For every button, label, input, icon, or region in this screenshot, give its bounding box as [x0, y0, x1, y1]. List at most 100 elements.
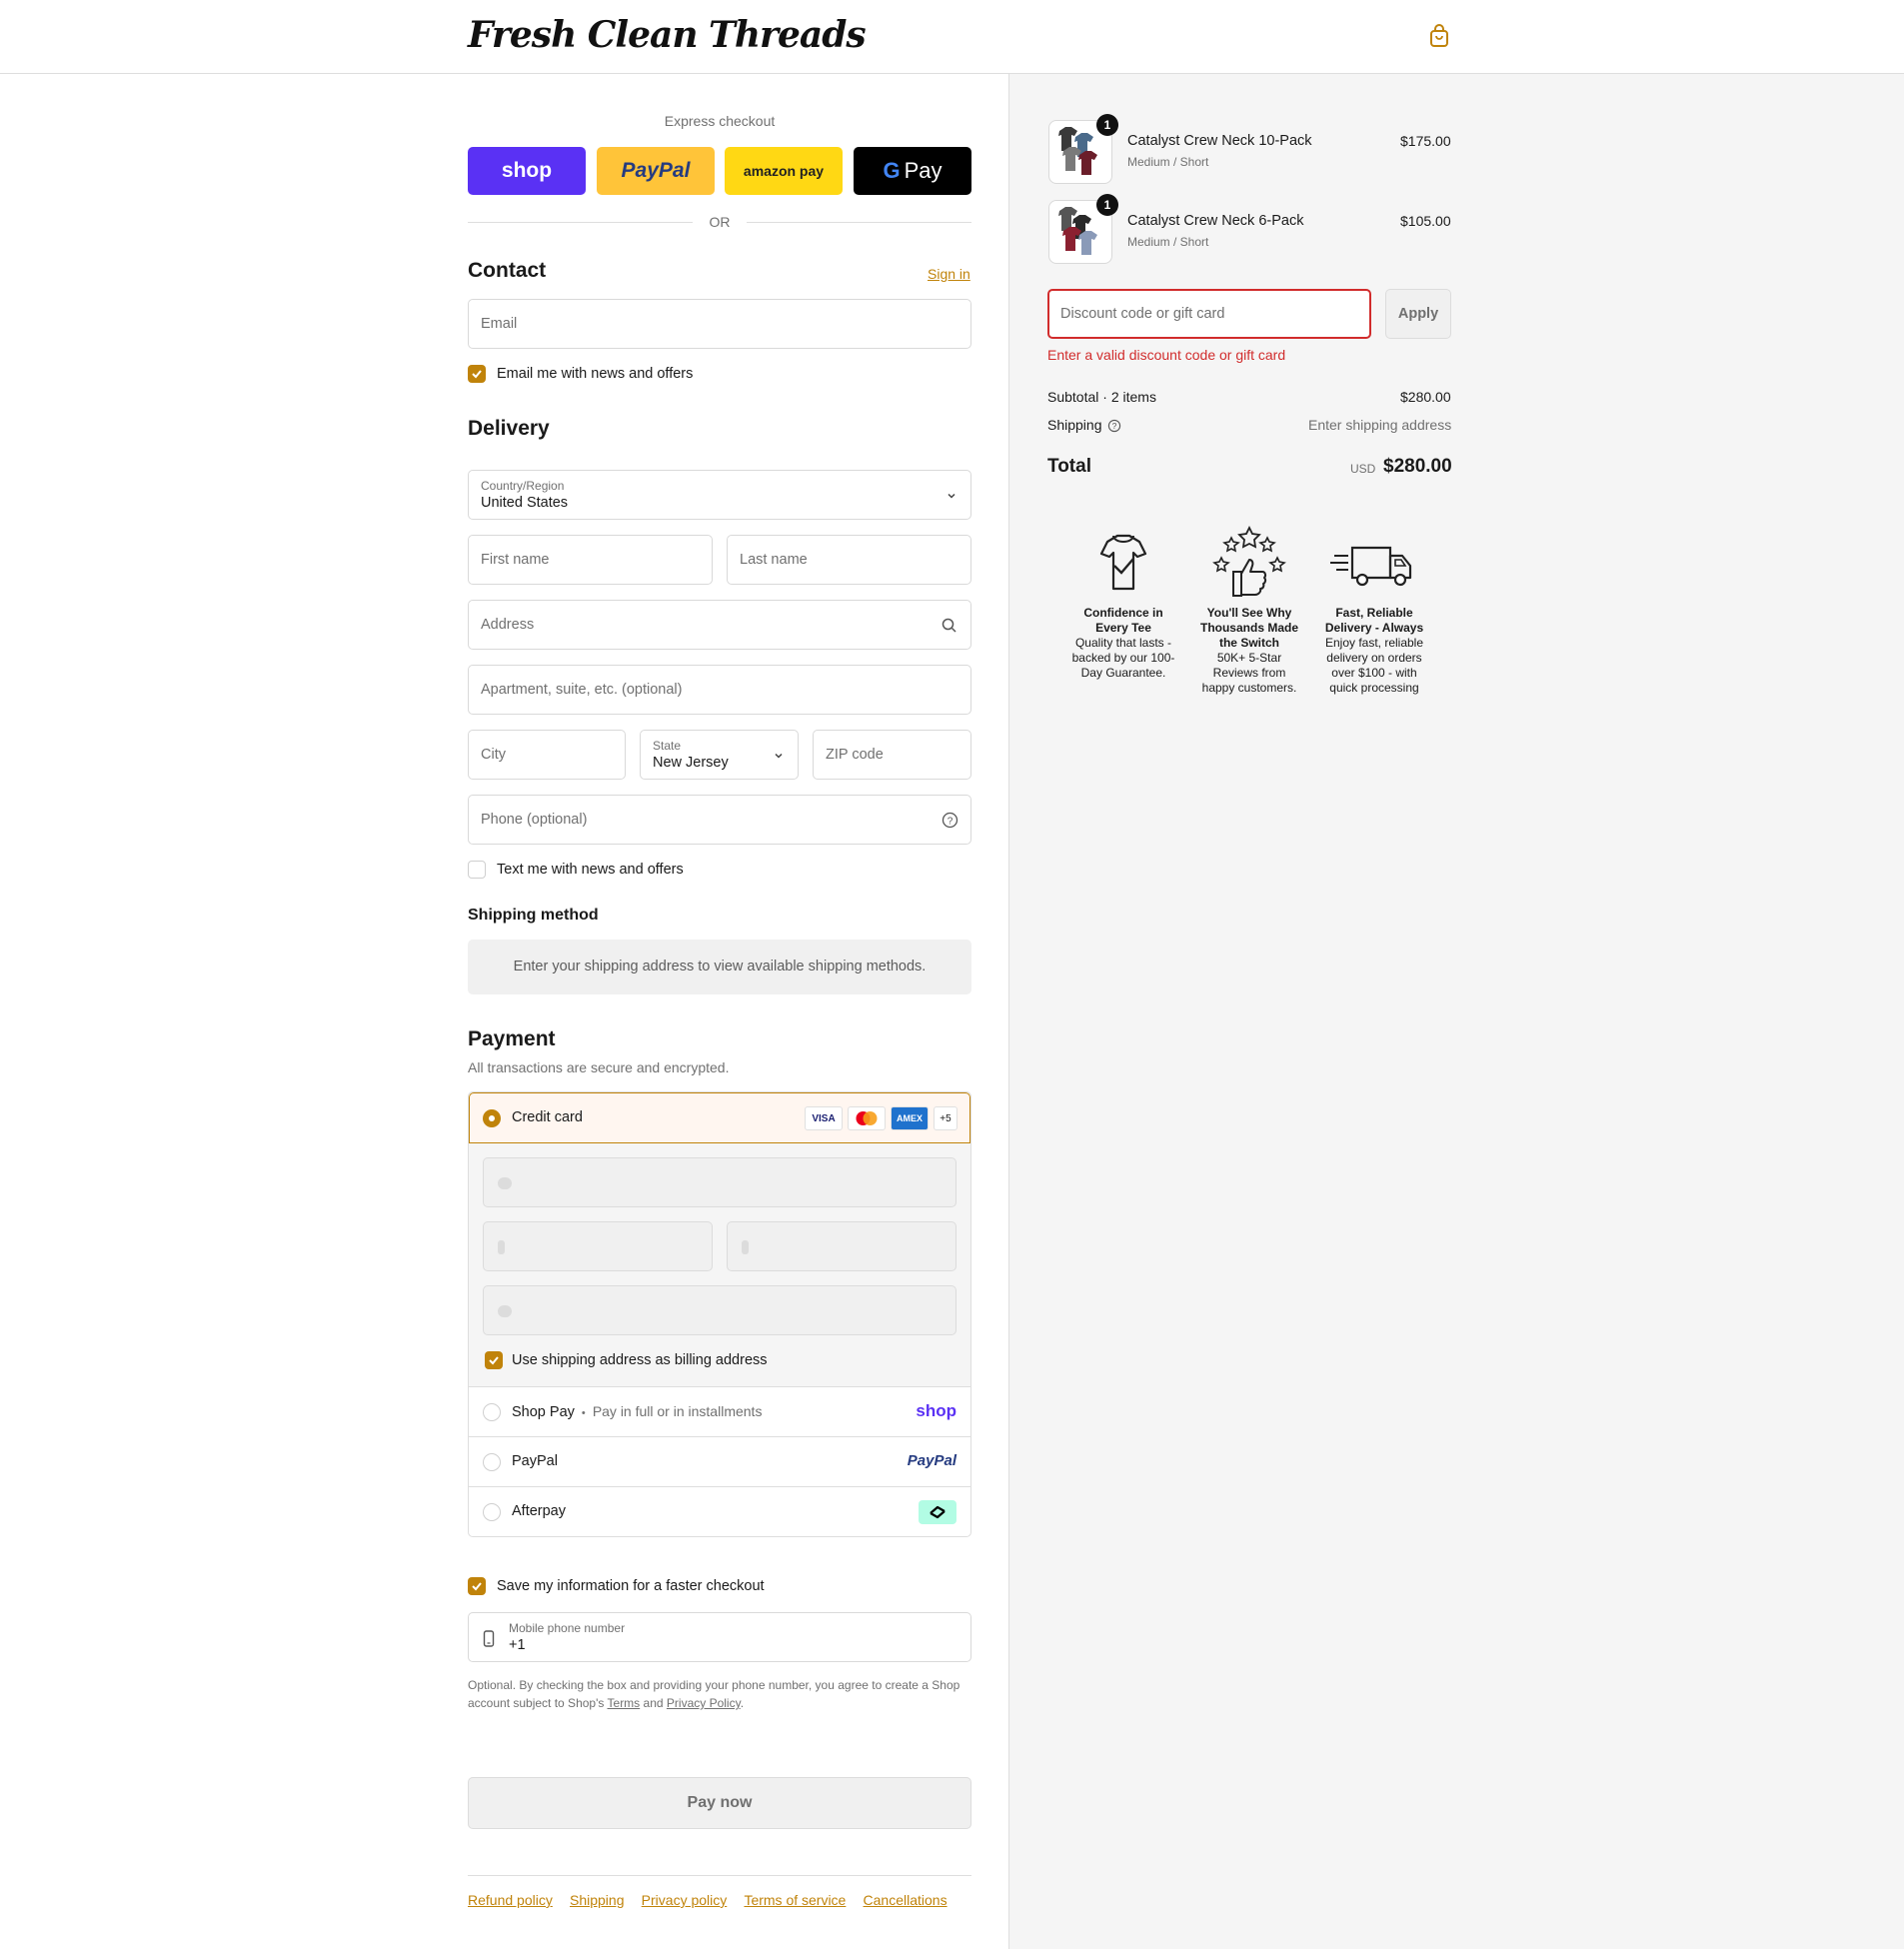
payment-heading: Payment: [468, 1027, 556, 1050]
paypal-button[interactable]: PayPal: [597, 147, 715, 195]
shipping-policy-link[interactable]: Shipping: [570, 1892, 625, 1908]
shopping-bag-icon[interactable]: [1428, 24, 1450, 48]
expiration-field[interactable]: [483, 1221, 713, 1271]
credit-card-radio[interactable]: [483, 1109, 501, 1127]
amazon-pay-button[interactable]: amazon pay: [725, 147, 843, 195]
name-on-card-field[interactable]: [483, 1285, 956, 1335]
credit-card-label: Credit card: [512, 1109, 583, 1125]
email-field[interactable]: Email: [468, 299, 971, 349]
last-name-field[interactable]: Last name: [727, 535, 971, 585]
newsletter-label: Email me with news and offers: [497, 366, 694, 382]
sign-in-link[interactable]: Sign in: [928, 266, 970, 282]
chevron-down-icon: [948, 493, 955, 499]
payment-subtitle: All transactions are secure and encrypte…: [468, 1059, 730, 1075]
paypal-logo: PayPal: [621, 159, 691, 182]
tshirt-check-icon: [1099, 534, 1147, 591]
item-quantity-badge: 1: [1096, 114, 1118, 136]
save-info-checkbox[interactable]: [468, 1577, 486, 1595]
shipping-method-message: Enter your shipping address to view avai…: [468, 940, 971, 994]
country-select[interactable]: Country/Region United States: [468, 470, 971, 520]
feature-delivery: Fast, Reliable Delivery - Always Enjoy f…: [1320, 526, 1428, 696]
footer-divider: [468, 1875, 971, 1876]
mobile-phone-icon: [483, 1630, 495, 1647]
item-variant: Medium / Short: [1127, 155, 1209, 169]
save-info-label: Save my information for a faster checkou…: [497, 1578, 765, 1594]
address-field[interactable]: Address: [468, 600, 971, 650]
card-number-field[interactable]: [483, 1157, 956, 1207]
payment-methods: Credit card VISA AMEX +5 Use shipping ad…: [468, 1091, 971, 1537]
shop-pay-option[interactable]: Shop Pay • Pay in full or in installment…: [469, 1387, 970, 1437]
or-divider: OR: [468, 213, 971, 231]
chevron-down-icon: [775, 753, 783, 759]
shop-legal-text: Optional. By checking the box and provid…: [468, 1678, 960, 1710]
state-select[interactable]: State New Jersey: [640, 730, 799, 780]
terms-of-service-link[interactable]: Terms of service: [744, 1892, 846, 1908]
svg-text:?: ?: [948, 817, 953, 828]
shop-terms-link[interactable]: Terms: [608, 1696, 641, 1710]
feature-guarantee: Confidence in Every Tee Quality that las…: [1069, 526, 1177, 681]
shop-pay-button[interactable]: shop: [468, 147, 586, 195]
shop-pay-logo: shop: [916, 1401, 956, 1420]
delivery-heading: Delivery: [468, 417, 550, 440]
amex-icon: AMEX: [891, 1106, 929, 1130]
newsletter-checkbox[interactable]: [468, 365, 486, 383]
sms-checkbox[interactable]: [468, 861, 486, 879]
credit-card-form: Use shipping address as billing address: [469, 1143, 970, 1387]
subtotal-value: $280.00: [1400, 389, 1451, 405]
phone-field[interactable]: Phone (optional) ?: [468, 795, 971, 845]
cancellations-link[interactable]: Cancellations: [864, 1892, 948, 1908]
search-icon: [942, 618, 956, 633]
item-price: $105.00: [1400, 213, 1451, 229]
sms-label: Text me with news and offers: [497, 862, 684, 878]
paypal-option[interactable]: PayPal PayPal: [469, 1437, 970, 1487]
city-field[interactable]: City: [468, 730, 626, 780]
delivery-truck-icon: [1330, 546, 1412, 587]
refund-policy-link[interactable]: Refund policy: [468, 1892, 553, 1908]
billing-address-checkbox[interactable]: [485, 1351, 503, 1369]
feature-reviews: You'll See Why Thousands Made the Switch…: [1195, 525, 1303, 696]
afterpay-radio[interactable]: [483, 1503, 501, 1521]
amazon-pay-logo: amazon pay: [743, 163, 825, 179]
afterpay-logo-icon: [919, 1500, 956, 1524]
apply-discount-button[interactable]: Apply: [1385, 289, 1451, 339]
privacy-policy-link[interactable]: Privacy policy: [642, 1892, 728, 1908]
checkout-form-column: [0, 74, 1008, 1949]
security-code-field[interactable]: [727, 1221, 956, 1271]
credit-card-option[interactable]: Credit card VISA AMEX +5: [469, 1092, 970, 1143]
total-label: Total: [1047, 456, 1091, 477]
mobile-phone-field[interactable]: Mobile phone number +1: [468, 1612, 971, 1662]
help-circle-icon[interactable]: ?: [1107, 419, 1121, 433]
paypal-radio[interactable]: [483, 1453, 501, 1471]
item-name: Catalyst Crew Neck 10-Pack: [1127, 133, 1312, 149]
shop-privacy-link[interactable]: Privacy Policy: [667, 1696, 741, 1710]
afterpay-option[interactable]: Afterpay: [469, 1487, 970, 1536]
express-checkout-label: Express checkout: [664, 113, 776, 129]
shipping-method-heading: Shipping method: [468, 907, 599, 924]
first-name-field[interactable]: First name: [468, 535, 713, 585]
google-pay-label: Pay: [904, 158, 943, 183]
shop-pay-radio[interactable]: [483, 1403, 501, 1421]
check-icon: [472, 370, 482, 379]
paypal-logo: PayPal: [907, 1452, 956, 1469]
zip-field[interactable]: ZIP code: [813, 730, 971, 780]
paypal-label: PayPal: [512, 1453, 558, 1469]
google-pay-button[interactable]: G Pay: [854, 147, 971, 195]
google-g-icon: G: [883, 158, 901, 183]
discount-error-message: Enter a valid discount code or gift card: [1047, 347, 1286, 363]
item-quantity-badge: 1: [1096, 194, 1118, 216]
apartment-field[interactable]: Apartment, suite, etc. (optional): [468, 665, 971, 715]
item-name: Catalyst Crew Neck 6-Pack: [1127, 213, 1304, 229]
billing-address-label: Use shipping address as billing address: [512, 1352, 768, 1368]
help-circle-icon: ?: [942, 812, 958, 829]
currency-code: USD: [1350, 462, 1376, 476]
contact-heading: Contact: [468, 259, 547, 282]
shop-pay-separator: •: [581, 1407, 586, 1419]
discount-code-field[interactable]: Discount code or gift card: [1047, 289, 1371, 339]
total-value: $280.00: [1383, 456, 1452, 477]
header: Fresh Clean Threads: [0, 0, 1904, 74]
pay-now-button[interactable]: Pay now: [468, 1777, 971, 1829]
item-variant: Medium / Short: [1127, 235, 1209, 249]
afterpay-label: Afterpay: [512, 1503, 566, 1519]
store-logo[interactable]: Fresh Clean Threads: [468, 14, 867, 56]
shipping-label: Shipping: [1047, 417, 1102, 433]
